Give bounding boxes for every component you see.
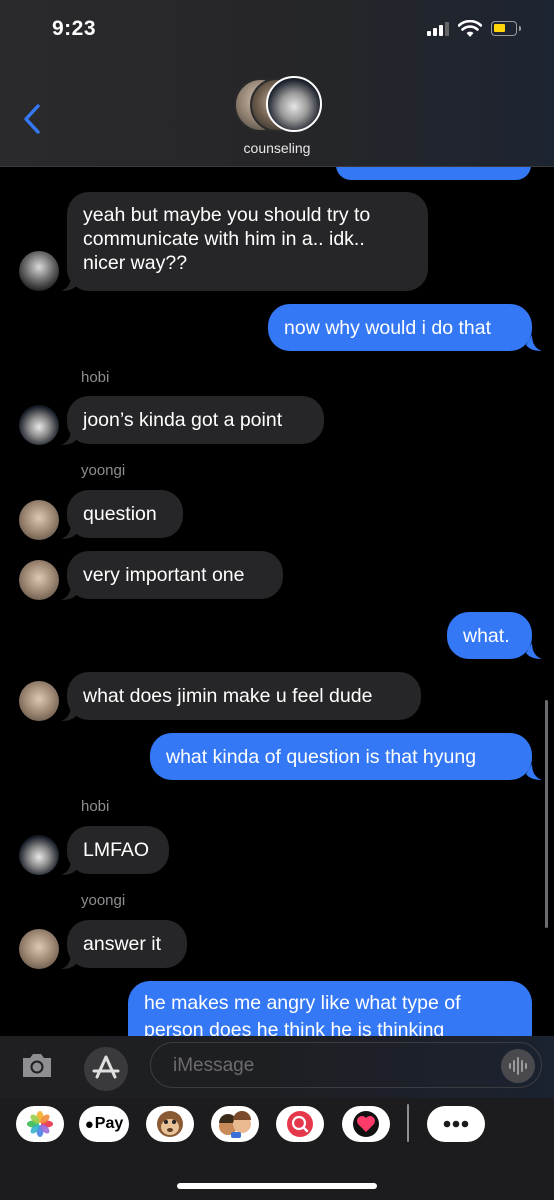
sender-name: yoongi (81, 462, 126, 479)
message-text: very important one (83, 564, 245, 586)
message-text: answer it (83, 933, 162, 955)
bubble-tail (61, 523, 77, 539)
app-store-button[interactable] (84, 1047, 128, 1091)
memoji-button[interactable] (211, 1106, 259, 1142)
animoji-button[interactable] (146, 1106, 194, 1142)
sender-avatar (19, 560, 59, 600)
message-text: what kinda of question is that hyung (166, 745, 477, 768)
animoji-icon (157, 1111, 183, 1137)
battery-icon (491, 21, 521, 36)
message-text: what. (463, 624, 510, 647)
message-bubble-incoming[interactable]: what does jimin make u feel dude (67, 672, 421, 720)
apple-pay-button[interactable]: ● Pay (79, 1106, 129, 1142)
apple-pay-icon: ● (84, 1115, 94, 1133)
sender-avatar (19, 251, 59, 291)
status-time: 9:23 (52, 17, 97, 40)
message-bubble-incoming[interactable]: joon’s kinda got a point (67, 396, 324, 444)
memoji-icon (219, 1111, 251, 1138)
home-indicator[interactable] (177, 1183, 377, 1189)
bubble-tail (61, 275, 77, 291)
message-bubble-outgoing[interactable]: what. (447, 612, 532, 659)
message-text: what does jimin make u feel dude (83, 685, 373, 707)
web-search-icon (287, 1111, 313, 1137)
more-apps-button[interactable] (427, 1106, 485, 1142)
digital-touch-icon (353, 1111, 379, 1137)
group-avatar-stack[interactable] (234, 74, 324, 136)
bubble-tail (61, 705, 77, 721)
message-bubble-outgoing[interactable]: now why would i do that (268, 304, 532, 351)
message-bubble-incoming[interactable]: answer it (67, 920, 187, 968)
bubble-tail (526, 335, 542, 351)
audio-record-button[interactable] (501, 1049, 535, 1083)
drawer-divider (407, 1104, 409, 1142)
group-name: counseling (243, 140, 311, 156)
imessage-input[interactable]: iMessage (150, 1042, 542, 1088)
bubble-tail (61, 953, 77, 969)
back-chevron-icon[interactable] (20, 102, 46, 136)
photos-icon (27, 1111, 53, 1137)
app-store-icon (92, 1055, 120, 1079)
message-text: now why would i do that (284, 316, 492, 339)
message-text: question (83, 503, 157, 525)
bubble-tail (526, 764, 542, 780)
sender-name: hobi (81, 369, 110, 386)
camera-icon[interactable] (20, 1050, 54, 1080)
sender-avatar (19, 835, 59, 875)
conversation-header: 9:23 counseling (0, 0, 554, 167)
message-bubble-incoming[interactable]: yeah but maybe you should try to communi… (67, 192, 428, 291)
message-input-bar: iMessage (0, 1036, 554, 1098)
apple-pay-label: Pay (94, 1115, 124, 1132)
bubble-tail (61, 859, 77, 875)
cellular-signal-icon (427, 22, 451, 36)
message-bubble-outgoing[interactable]: what kinda of question is that hyung (150, 733, 532, 780)
sender-name: hobi (81, 798, 110, 815)
sender-avatar (19, 405, 59, 445)
bubble-tail (61, 584, 77, 600)
sender-name: yoongi (81, 892, 126, 909)
bubble-tail (61, 429, 77, 445)
sender-avatar (19, 500, 59, 540)
wifi-icon (458, 20, 482, 37)
bubble-tail (526, 643, 542, 659)
sender-avatar (19, 929, 59, 969)
message-bubble-incoming[interactable]: LMFAO (67, 826, 169, 874)
message-bubble-incoming[interactable]: question (67, 490, 183, 538)
member-avatar (266, 76, 322, 132)
digital-touch-button[interactable] (342, 1106, 390, 1142)
sender-avatar (19, 681, 59, 721)
message-text: yeah but maybe you should try to communi… (83, 204, 371, 274)
web-search-button[interactable] (276, 1106, 324, 1142)
audio-waveform-icon (509, 1057, 527, 1075)
more-icon (443, 1120, 469, 1128)
message-text: LMFAO (83, 839, 150, 861)
message-text: joon’s kinda got a point (83, 409, 283, 431)
scrollbar[interactable] (545, 700, 548, 928)
imessage-placeholder: iMessage (173, 1055, 255, 1076)
photos-app-button[interactable] (16, 1106, 64, 1142)
message-bubble-incoming[interactable]: very important one (67, 551, 283, 599)
